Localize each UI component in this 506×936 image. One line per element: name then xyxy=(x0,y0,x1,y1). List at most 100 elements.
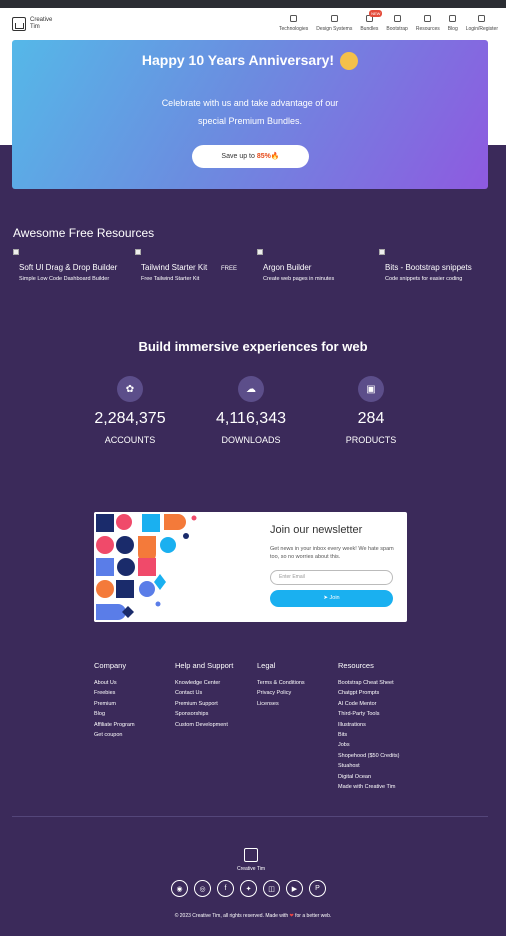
newsletter-illustration xyxy=(94,512,204,622)
footer-link[interactable]: Illustrations xyxy=(338,720,399,730)
hero-subtitle-line1: Celebrate with us and take advantage of … xyxy=(161,98,339,108)
join-button[interactable]: ➤ Join xyxy=(270,590,393,607)
fire-icon: 🔥 xyxy=(270,153,280,160)
resource-thumbnail xyxy=(257,249,263,255)
nav-item-bundles[interactable]: Bundles NEW xyxy=(360,10,383,32)
stat-label: PRODUCTS xyxy=(345,435,397,445)
brand-logo[interactable]: Creative Tim xyxy=(12,17,52,31)
brand-line1: Creative xyxy=(30,17,53,23)
footer-link[interactable]: Contact Us xyxy=(175,688,233,698)
nav-item-resources[interactable]: Resources xyxy=(416,12,440,32)
footer-heading: Help and Support xyxy=(175,661,234,670)
resource-thumbnail xyxy=(13,249,19,255)
footer-link[interactable]: Premium Support xyxy=(175,699,233,709)
footer-column-company: Company About Us Freebies Premium Blog Affili… xyxy=(94,661,135,740)
facebook-icon[interactable]: f xyxy=(217,880,234,897)
folder-code-icon: ▣ xyxy=(358,376,384,402)
email-field[interactable]: Enter Email xyxy=(270,570,393,585)
hero-title: Happy 10 Years Anniversary! xyxy=(12,52,488,71)
footer-link[interactable]: About Us xyxy=(94,678,135,688)
footer-link[interactable]: Get coupon xyxy=(94,730,135,740)
copyright-prefix: © 2023 Creative Tim, all rights reserved… xyxy=(174,913,289,919)
free-resources-title: Awesome Free Resources xyxy=(13,226,155,240)
resource-card[interactable]: Bits - Bootstrap snippets Code snippets f… xyxy=(379,249,494,282)
footer-heading: Company xyxy=(94,661,127,670)
free-badge: FREE xyxy=(221,266,238,272)
footer-link[interactable]: Chatgpt Prompts xyxy=(338,688,399,698)
save-up-to-button[interactable]: Save up to 85%🔥 xyxy=(192,145,309,168)
top-navbar: Creative Tim Technologies Design Systems B… xyxy=(0,8,506,40)
nav-item-login-register[interactable]: Login/Register xyxy=(466,12,498,32)
footer-link[interactable]: Freebies xyxy=(94,688,135,698)
pinterest-icon[interactable]: P xyxy=(309,880,326,897)
resource-title: Argon Builder xyxy=(263,263,312,272)
resource-subtitle: Free Tailwind Starter Kit xyxy=(141,276,200,282)
nav-label: Bootstrap xyxy=(386,26,408,32)
save-label: Save up to xyxy=(221,153,257,160)
dribbble-icon[interactable]: ◎ xyxy=(194,880,211,897)
github-icon[interactable]: ◉ xyxy=(171,880,188,897)
footer-link[interactable]: Privacy Policy xyxy=(257,688,305,698)
nav-label: Design Systems xyxy=(316,26,353,32)
nav-item-design-systems[interactable]: Design Systems xyxy=(316,12,352,32)
resource-subtitle: Create web pages in minutes xyxy=(263,276,335,282)
footer-link[interactable]: Premium xyxy=(94,699,135,709)
stat-value: 4,116,343 xyxy=(216,410,286,427)
footer-link[interactable]: Made with Creative Tim xyxy=(338,782,399,792)
newsletter-text: Get news in your inbox every week! We ha… xyxy=(270,546,394,560)
youtube-icon[interactable]: ▶ xyxy=(286,880,303,897)
footer-column-legal: Legal Terms & Conditions Privacy Policy Lic… xyxy=(257,661,305,709)
footer-link[interactable]: Licenses xyxy=(257,699,305,709)
twitter-icon[interactable]: ✦ xyxy=(240,880,257,897)
footer-link[interactable]: Terms & Conditions xyxy=(257,678,305,688)
grid-icon xyxy=(290,15,298,22)
stats-title: Build immersive experiences for web xyxy=(138,339,368,354)
footer-link[interactable]: AI Code Mentor xyxy=(338,699,399,709)
newsletter-card: Join our newsletter Get news in your inb… xyxy=(94,512,407,622)
hero-title-text: Happy 10 Years Anniversary! xyxy=(141,52,335,68)
nav-label: Bundles xyxy=(360,26,379,32)
nav-item-technologies[interactable]: Technologies xyxy=(279,12,308,32)
resource-thumbnail xyxy=(135,249,141,255)
stat-value: 2,284,375 xyxy=(94,410,166,427)
footer-link[interactable]: Bits xyxy=(338,730,399,740)
stat-value: 284 xyxy=(357,410,385,427)
footer-link[interactable]: Custom Development xyxy=(175,720,233,730)
discount-percent: 85% xyxy=(256,153,271,160)
creative-tim-logo-icon xyxy=(12,17,26,31)
footer-link[interactable]: Affiliate Program xyxy=(94,720,135,730)
footer-column-resources: Resources Bootstrap Cheat Sheet Chatgpt Pr… xyxy=(338,661,399,792)
browser-top-strip xyxy=(0,0,506,8)
footer-link[interactable]: Stuahost xyxy=(338,761,399,771)
new-badge: NEW xyxy=(369,10,383,17)
stat-downloads: ☁ 4,116,343 DOWNLOADS xyxy=(196,376,306,445)
creative-tim-logo-icon xyxy=(244,848,258,862)
nav-label: Login/Register xyxy=(465,26,498,32)
resource-subtitle: Simple Low Code Dashboard Builder xyxy=(19,276,110,282)
footer-logo[interactable]: Creative Tim xyxy=(233,848,269,872)
copyright-suffix: for a better web. xyxy=(295,913,332,919)
footer-link[interactable]: Jobs xyxy=(338,740,399,750)
footer-link[interactable]: Bootstrap Cheat Sheet xyxy=(338,678,399,688)
instagram-icon[interactable]: ◫ xyxy=(263,880,280,897)
brand-line2: Tim xyxy=(30,24,40,30)
resource-subtitle: Code snippets for easier coding xyxy=(385,276,463,282)
edit-icon xyxy=(330,15,338,22)
brand-name: Creative Tim xyxy=(30,17,52,31)
footer-heading: Resources xyxy=(338,661,374,670)
footer-link[interactable]: Third-Party Tools xyxy=(338,709,399,719)
footer-link[interactable]: Sponsorships xyxy=(175,709,233,719)
resource-card[interactable]: Soft UI Drag & Drop Builder Simple Low Co… xyxy=(13,249,128,282)
resource-card[interactable]: Argon Builder Create web pages in minutes xyxy=(257,249,372,282)
footer-link[interactable]: Shopehood ($50 Credits) xyxy=(338,751,399,761)
resource-thumbnail xyxy=(379,249,385,255)
social-links: ◉ ◎ f ✦ ◫ ▶ P xyxy=(171,880,326,897)
footer-column-help-and-support: Help and Support Knowledge Center Contact … xyxy=(175,661,233,730)
footer-link[interactable]: Blog xyxy=(94,709,135,719)
footer-link[interactable]: Knowledge Center xyxy=(175,678,233,688)
nav-item-blog[interactable]: Blog xyxy=(448,12,458,32)
hero-subtitle-line2: special Premium Bundles. xyxy=(197,116,303,126)
hero-subtitle: Celebrate with us and take advantage of … xyxy=(12,94,488,130)
footer-link[interactable]: Digital Ocean xyxy=(338,772,399,782)
nav-item-bootstrap[interactable]: Bootstrap xyxy=(386,12,408,32)
